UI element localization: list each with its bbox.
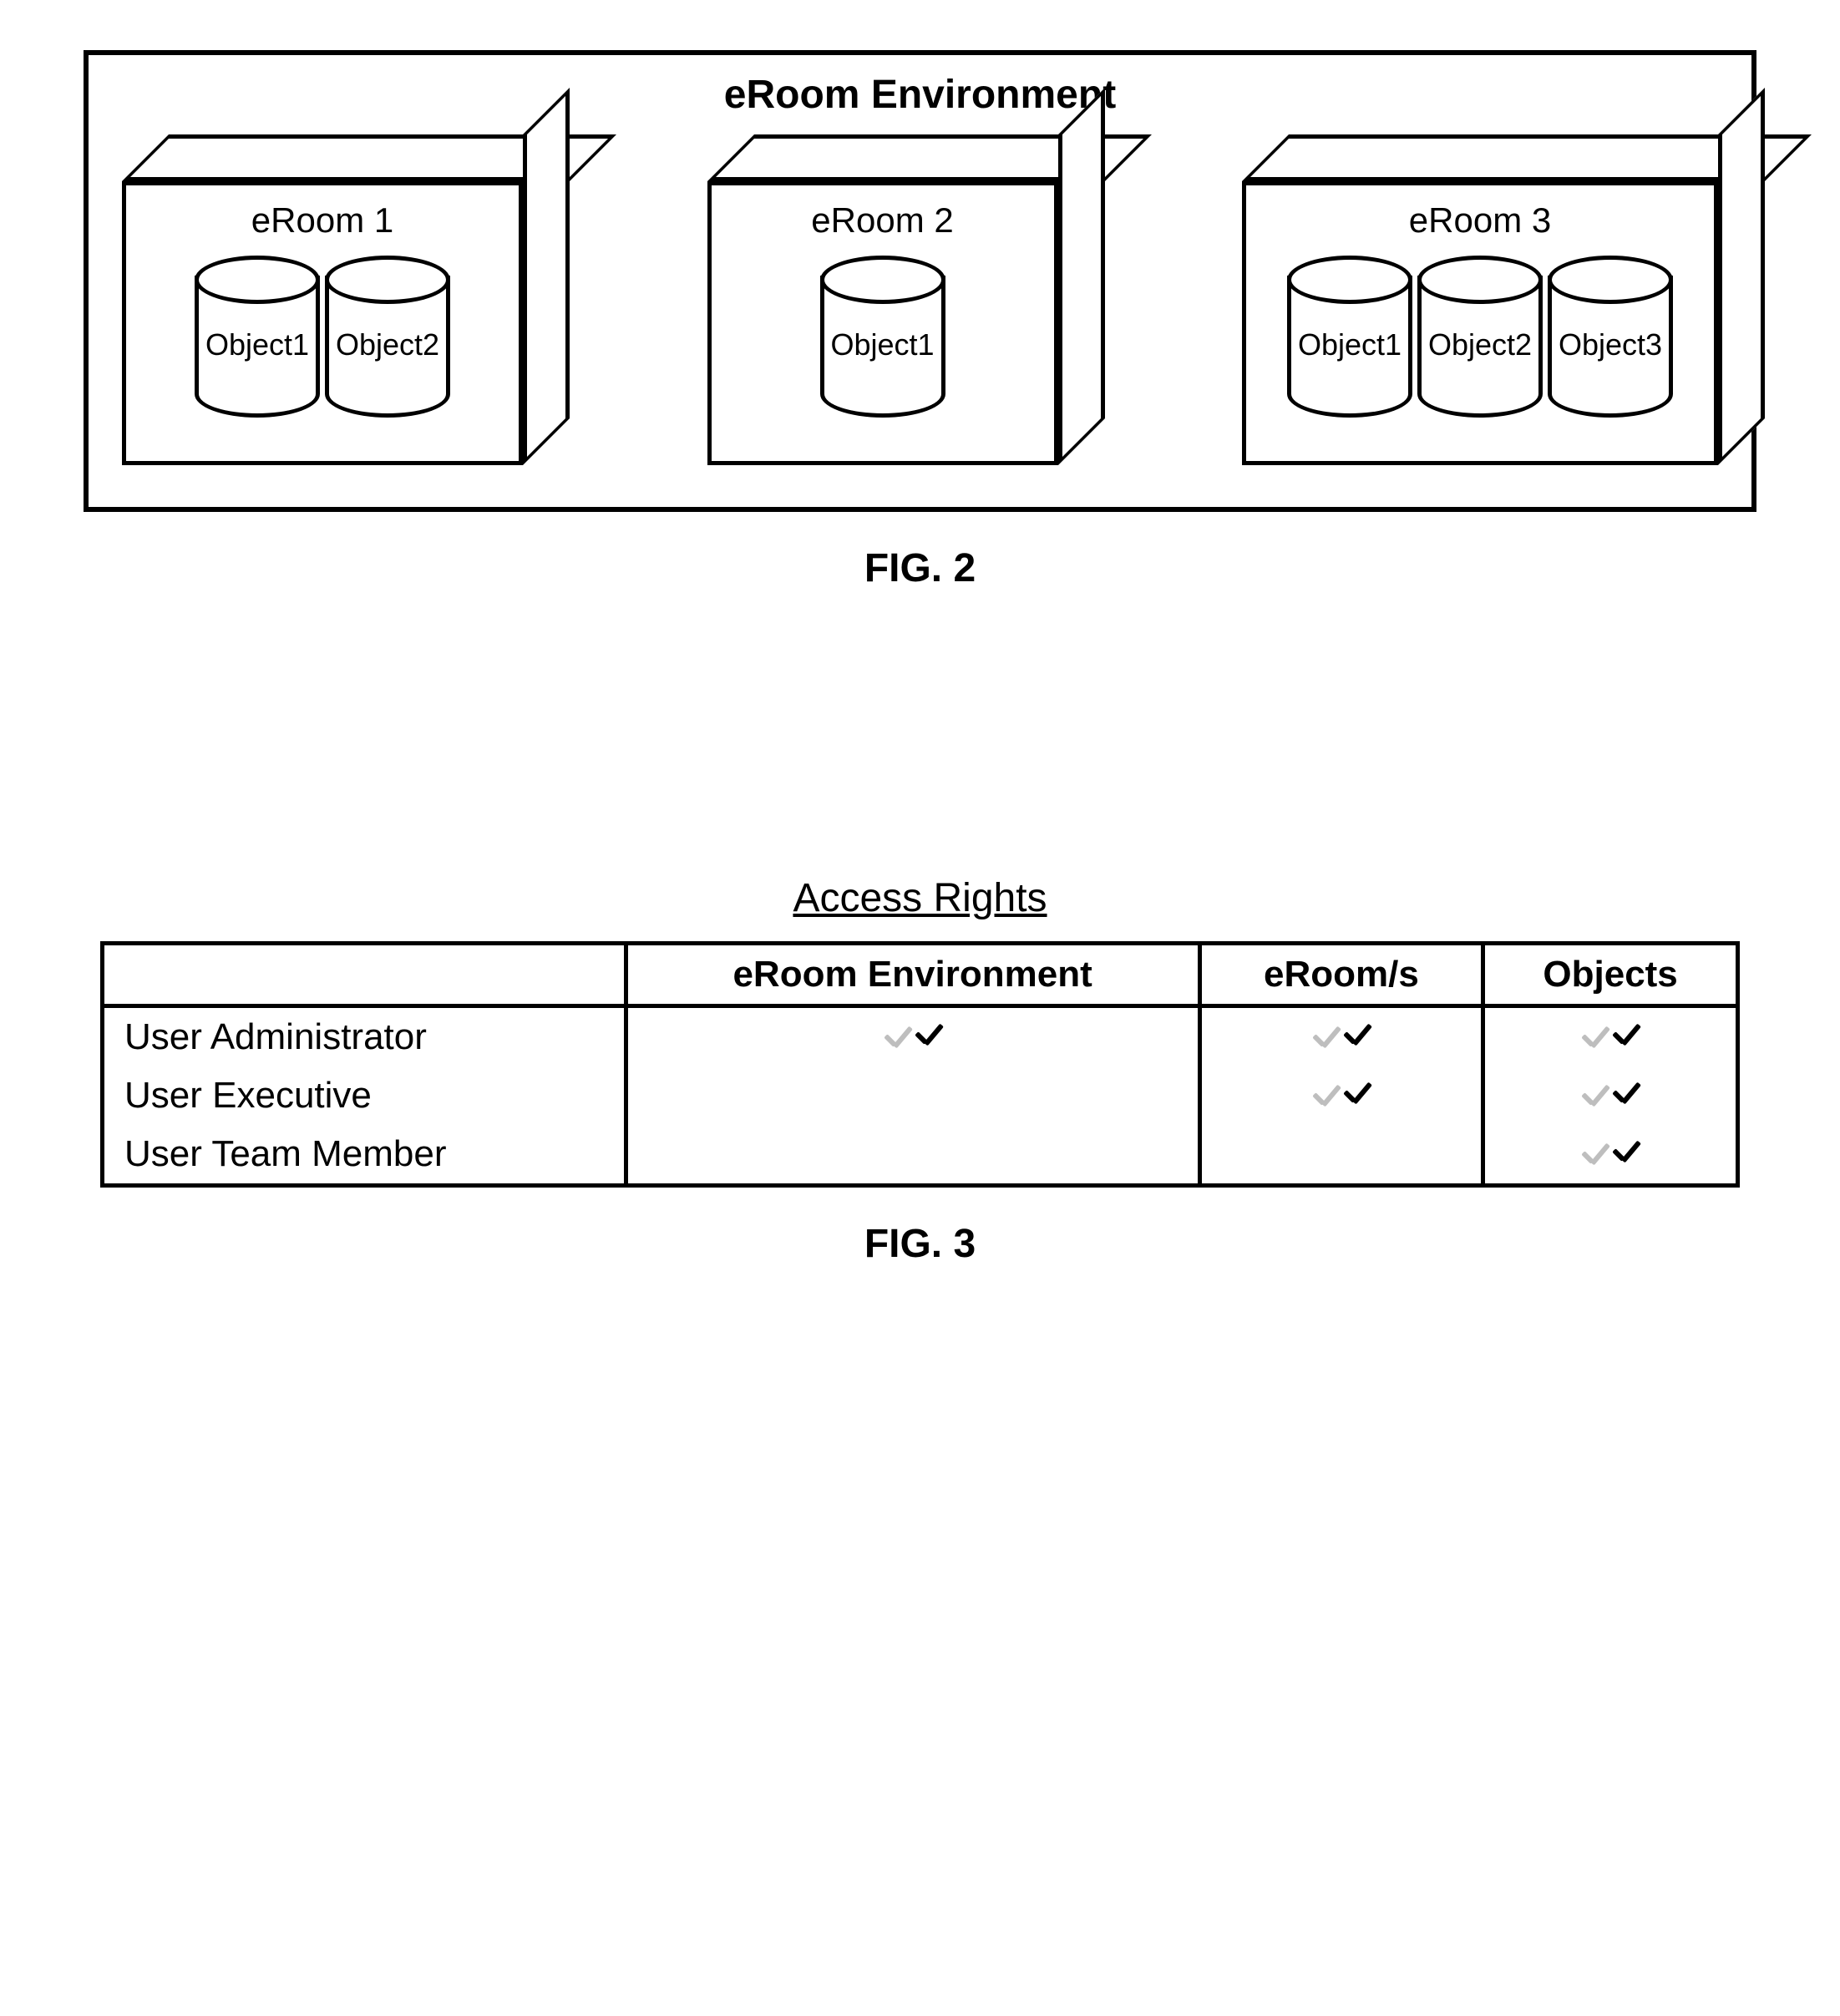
check-icon	[1610, 1141, 1644, 1166]
row-label: User Administrator	[103, 1006, 626, 1067]
check-icon	[1341, 1082, 1375, 1107]
objects-row: Object1	[712, 256, 1054, 418]
figure-3: Access Rights eRoom Environment eRoom/s …	[100, 875, 1740, 1267]
object-label: Object2	[336, 327, 439, 362]
environment-box: eRoom Environment eRoom 1 Object1 Object…	[84, 50, 1756, 512]
environment-title: eRoom Environment	[122, 72, 1718, 118]
object-cylinder: Object2	[1417, 276, 1543, 418]
eroom-label: eRoom 2	[712, 200, 1054, 241]
cube-side	[1058, 88, 1105, 465]
cell-check	[1483, 1066, 1738, 1125]
table-row: User Executive	[103, 1066, 1738, 1125]
object-label: Object2	[1428, 327, 1532, 362]
check-icon	[1579, 1085, 1613, 1110]
check-icon	[1341, 1024, 1375, 1049]
figure-caption: FIG. 3	[100, 1221, 1740, 1267]
object-cylinder: Object2	[325, 276, 450, 418]
object-cylinder: Object1	[195, 276, 320, 418]
header-erooms: eRoom/s	[1199, 944, 1483, 1006]
row-label: User Team Member	[103, 1125, 626, 1186]
check-icon	[1310, 1085, 1344, 1110]
figure-caption: FIG. 2	[42, 545, 1798, 591]
check-icon	[1579, 1143, 1613, 1168]
object-label: Object1	[205, 327, 309, 362]
header-env: eRoom Environment	[626, 944, 1199, 1006]
cube-side	[1718, 88, 1765, 465]
access-rights-table: eRoom Environment eRoom/s Objects User A…	[100, 941, 1740, 1188]
cell-check	[1199, 1066, 1483, 1125]
eroom-1: eRoom 1 Object1 Object2	[122, 181, 523, 465]
cube-side	[523, 88, 570, 465]
object-label: Object1	[830, 327, 934, 362]
cell-check	[626, 1006, 1199, 1067]
objects-row: Object1 Object2 Object3	[1246, 256, 1714, 418]
cell-check	[1199, 1006, 1483, 1067]
table-header-row: eRoom Environment eRoom/s Objects	[103, 944, 1738, 1006]
access-rights-title: Access Rights	[100, 875, 1740, 921]
eroom-label: eRoom 3	[1246, 200, 1714, 241]
check-icon	[882, 1026, 915, 1051]
object-cylinder: Object1	[820, 276, 945, 418]
table-row: User Team Member	[103, 1125, 1738, 1186]
cube-face: eRoom 1 Object1 Object2	[122, 181, 523, 465]
header-objects: Objects	[1483, 944, 1738, 1006]
rooms-row: eRoom 1 Object1 Object2 eRoom 2 Object1	[122, 134, 1718, 465]
object-cylinder: Object3	[1548, 276, 1673, 418]
cell-empty	[626, 1125, 1199, 1186]
check-icon	[1579, 1026, 1613, 1051]
row-label: User Executive	[103, 1066, 626, 1125]
cube-face: eRoom 3 Object1 Object2 Object3	[1242, 181, 1718, 465]
check-icon	[1310, 1026, 1344, 1051]
spacer	[42, 591, 1798, 875]
object-label: Object3	[1559, 327, 1662, 362]
check-icon	[913, 1024, 946, 1049]
cube-face: eRoom 2 Object1	[707, 181, 1058, 465]
eroom-label: eRoom 1	[126, 200, 519, 241]
cell-empty	[626, 1066, 1199, 1125]
cell-check	[1483, 1125, 1738, 1186]
eroom-2: eRoom 2 Object1	[707, 181, 1058, 465]
cell-check	[1483, 1006, 1738, 1067]
page: eRoom Environment eRoom 1 Object1 Object…	[42, 50, 1798, 1267]
header-blank	[103, 944, 626, 1006]
check-icon	[1610, 1082, 1644, 1107]
table-row: User Administrator	[103, 1006, 1738, 1067]
object-label: Object1	[1298, 327, 1402, 362]
objects-row: Object1 Object2	[126, 256, 519, 418]
eroom-3: eRoom 3 Object1 Object2 Object3	[1242, 181, 1718, 465]
object-cylinder: Object1	[1287, 276, 1412, 418]
check-icon	[1610, 1024, 1644, 1049]
cell-empty	[1199, 1125, 1483, 1186]
